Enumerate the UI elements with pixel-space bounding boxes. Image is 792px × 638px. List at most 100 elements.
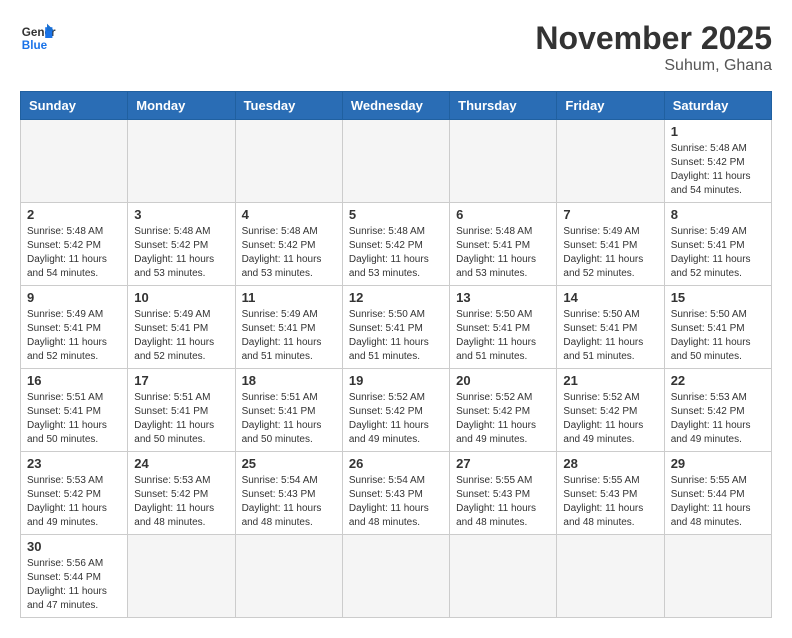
calendar-cell: 24 Sunrise: 5:53 AM Sunset: 5:42 PM Dayli… [128,452,235,535]
week-row-3: 16 Sunrise: 5:51 AM Sunset: 5:41 PM Dayli… [21,369,772,452]
day-info: Sunrise: 5:49 AM Sunset: 5:41 PM Dayligh… [134,308,228,364]
day-number: 29 [671,456,765,471]
day-number: 5 [349,207,443,222]
day-number: 14 [563,290,657,305]
day-info: Sunrise: 5:51 AM Sunset: 5:41 PM Dayligh… [27,391,121,447]
day-number: 16 [27,373,121,388]
calendar-cell: 19 Sunrise: 5:52 AM Sunset: 5:42 PM Dayli… [342,369,449,452]
calendar-cell: 16 Sunrise: 5:51 AM Sunset: 5:41 PM Dayli… [21,369,128,452]
day-number: 22 [671,373,765,388]
calendar-cell: 17Sunrise: 5:51 AM Sunset: 5:41 PM Dayli… [128,369,235,452]
day-number: 4 [242,207,336,222]
calendar-cell: 21Sunrise: 5:52 AM Sunset: 5:42 PM Dayli… [557,369,664,452]
calendar-cell: 5 Sunrise: 5:48 AM Sunset: 5:42 PM Daylig… [342,203,449,286]
calendar-cell: 8 Sunrise: 5:49 AM Sunset: 5:41 PM Daylig… [664,203,771,286]
day-number: 1 [671,124,765,139]
header-wednesday: Wednesday [342,92,449,120]
day-info: Sunrise: 5:55 AM Sunset: 5:43 PM Dayligh… [563,474,657,530]
day-info: Sunrise: 5:49 AM Sunset: 5:41 PM Dayligh… [242,308,336,364]
calendar-cell: 18Sunrise: 5:51 AM Sunset: 5:41 PM Dayli… [235,369,342,452]
day-info: Sunrise: 5:48 AM Sunset: 5:42 PM Dayligh… [242,225,336,281]
calendar-cell: 27Sunrise: 5:55 AM Sunset: 5:43 PM Dayli… [450,452,557,535]
calendar-cell [450,535,557,618]
day-info: Sunrise: 5:48 AM Sunset: 5:42 PM Dayligh… [671,142,765,198]
day-info: Sunrise: 5:55 AM Sunset: 5:44 PM Dayligh… [671,474,765,530]
calendar-cell [235,535,342,618]
day-info: Sunrise: 5:48 AM Sunset: 5:41 PM Dayligh… [456,225,550,281]
calendar-cell: 30 Sunrise: 5:56 AM Sunset: 5:44 PM Dayli… [21,535,128,618]
day-info: Sunrise: 5:52 AM Sunset: 5:42 PM Dayligh… [349,391,443,447]
location-subtitle: Suhum, Ghana [535,57,772,75]
day-number: 19 [349,373,443,388]
day-info: Sunrise: 5:49 AM Sunset: 5:41 PM Dayligh… [27,308,121,364]
day-info: Sunrise: 5:49 AM Sunset: 5:41 PM Dayligh… [671,225,765,281]
logo: General Blue [20,20,56,56]
day-number: 15 [671,290,765,305]
week-row-2: 9 Sunrise: 5:49 AM Sunset: 5:41 PM Daylig… [21,286,772,369]
day-number: 6 [456,207,550,222]
calendar-cell: 2 Sunrise: 5:48 AM Sunset: 5:42 PM Daylig… [21,203,128,286]
day-number: 7 [563,207,657,222]
day-number: 26 [349,456,443,471]
day-number: 17 [134,373,228,388]
calendar-cell: 25 Sunrise: 5:54 AM Sunset: 5:43 PM Dayli… [235,452,342,535]
calendar-cell [342,120,449,203]
header-monday: Monday [128,92,235,120]
day-info: Sunrise: 5:48 AM Sunset: 5:42 PM Dayligh… [27,225,121,281]
day-number: 8 [671,207,765,222]
calendar-cell [235,120,342,203]
day-number: 9 [27,290,121,305]
calendar-cell [557,120,664,203]
calendar-cell [342,535,449,618]
calendar-cell: 28 Sunrise: 5:55 AM Sunset: 5:43 PM Dayli… [557,452,664,535]
week-row-0: 1 Sunrise: 5:48 AM Sunset: 5:42 PM Daylig… [21,120,772,203]
day-info: Sunrise: 5:48 AM Sunset: 5:42 PM Dayligh… [349,225,443,281]
calendar-cell [450,120,557,203]
day-info: Sunrise: 5:50 AM Sunset: 5:41 PM Dayligh… [456,308,550,364]
day-number: 11 [242,290,336,305]
day-number: 18 [242,373,336,388]
day-info: Sunrise: 5:48 AM Sunset: 5:42 PM Dayligh… [134,225,228,281]
day-number: 2 [27,207,121,222]
day-info: Sunrise: 5:53 AM Sunset: 5:42 PM Dayligh… [134,474,228,530]
day-info: Sunrise: 5:52 AM Sunset: 5:42 PM Dayligh… [456,391,550,447]
week-row-1: 2 Sunrise: 5:48 AM Sunset: 5:42 PM Daylig… [21,203,772,286]
week-row-5: 30 Sunrise: 5:56 AM Sunset: 5:44 PM Dayli… [21,535,772,618]
header-thursday: Thursday [450,92,557,120]
calendar-cell: 1 Sunrise: 5:48 AM Sunset: 5:42 PM Daylig… [664,120,771,203]
day-number: 20 [456,373,550,388]
header: General Blue November 2025 Suhum, Ghana [20,20,772,75]
calendar-cell [128,120,235,203]
calendar-cell [557,535,664,618]
calendar-cell: 10Sunrise: 5:49 AM Sunset: 5:41 PM Dayli… [128,286,235,369]
calendar-cell: 7 Sunrise: 5:49 AM Sunset: 5:41 PM Daylig… [557,203,664,286]
calendar-cell: 14 Sunrise: 5:50 AM Sunset: 5:41 PM Dayli… [557,286,664,369]
day-number: 28 [563,456,657,471]
day-number: 3 [134,207,228,222]
calendar-cell: 11 Sunrise: 5:49 AM Sunset: 5:41 PM Dayli… [235,286,342,369]
day-info: Sunrise: 5:56 AM Sunset: 5:44 PM Dayligh… [27,557,121,613]
title-section: November 2025 Suhum, Ghana [535,20,772,75]
header-saturday: Saturday [664,92,771,120]
day-info: Sunrise: 5:54 AM Sunset: 5:43 PM Dayligh… [349,474,443,530]
day-info: Sunrise: 5:54 AM Sunset: 5:43 PM Dayligh… [242,474,336,530]
calendar-cell: 29 Sunrise: 5:55 AM Sunset: 5:44 PM Dayli… [664,452,771,535]
header-sunday: Sunday [21,92,128,120]
day-number: 24 [134,456,228,471]
calendar-cell: 13Sunrise: 5:50 AM Sunset: 5:41 PM Dayli… [450,286,557,369]
day-info: Sunrise: 5:49 AM Sunset: 5:41 PM Dayligh… [563,225,657,281]
calendar-cell: 22Sunrise: 5:53 AM Sunset: 5:42 PM Dayli… [664,369,771,452]
day-info: Sunrise: 5:55 AM Sunset: 5:43 PM Dayligh… [456,474,550,530]
day-info: Sunrise: 5:52 AM Sunset: 5:42 PM Dayligh… [563,391,657,447]
calendar-cell: 12Sunrise: 5:50 AM Sunset: 5:41 PM Dayli… [342,286,449,369]
calendar-table: Sunday Monday Tuesday Wednesday Thursday… [20,91,772,618]
day-info: Sunrise: 5:50 AM Sunset: 5:41 PM Dayligh… [563,308,657,364]
day-number: 25 [242,456,336,471]
logo-icon: General Blue [20,20,56,56]
calendar-cell [128,535,235,618]
calendar-cell: 9 Sunrise: 5:49 AM Sunset: 5:41 PM Daylig… [21,286,128,369]
day-info: Sunrise: 5:50 AM Sunset: 5:41 PM Dayligh… [671,308,765,364]
day-number: 12 [349,290,443,305]
week-row-4: 23Sunrise: 5:53 AM Sunset: 5:42 PM Dayli… [21,452,772,535]
day-number: 30 [27,539,121,554]
